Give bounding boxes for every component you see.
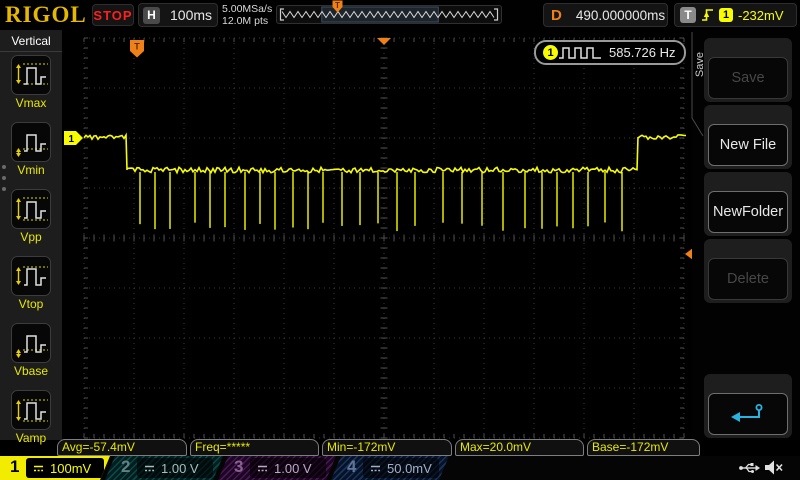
dc-coupling-icon <box>258 465 267 471</box>
channel-number: 1 <box>10 457 20 476</box>
speaker-muted-icon <box>765 460 783 475</box>
measurement-freq: Freq=***** <box>190 439 319 456</box>
save-button[interactable]: Save <box>708 57 788 99</box>
vtop-icon <box>11 256 51 296</box>
delete-button-group: Delete <box>704 239 792 303</box>
channel-4-scale-box: 50.0mV <box>363 458 439 478</box>
delay-value: 490.000000ms <box>575 7 666 23</box>
channel-number: 3 <box>234 457 244 476</box>
delay-label: D <box>551 6 562 24</box>
waveform-position-bar[interactable] <box>276 5 502 24</box>
run-state-label: STOP <box>93 7 133 23</box>
memory-depth: 12.0M pts <box>222 15 269 27</box>
menu-item-vpp[interactable]: Vpp <box>0 189 62 253</box>
timebase-value: 100ms <box>170 7 213 23</box>
waveform-position-graphic <box>279 6 499 23</box>
vmax-icon <box>11 55 51 95</box>
channel-3-tab[interactable]: 3 1.00 V <box>218 456 336 480</box>
scope-canvas: 1T <box>62 30 692 442</box>
left-menu-title: Vertical <box>0 30 62 52</box>
channel-scale: 100mV <box>50 460 92 476</box>
measurement-base: Base=-172mV <box>587 439 700 456</box>
delete-button[interactable]: Delete <box>708 258 788 300</box>
menu-label: Vbase <box>13 364 49 378</box>
menu-label: Vamp <box>15 431 47 445</box>
square-wave-icon <box>559 46 601 59</box>
menu-tab-outline <box>691 32 704 137</box>
return-arrow-icon <box>731 404 763 422</box>
menu-item-vbase[interactable]: Vbase <box>0 323 62 387</box>
sample-rate: 5.00MSa/s <box>222 3 273 15</box>
rising-edge-icon <box>702 9 713 21</box>
newfolder-button-group: NewFolder <box>704 172 792 236</box>
acquisition-info: 5.00MSa/s 12.0M pts <box>222 3 272 27</box>
svg-text:T: T <box>134 42 140 52</box>
delay-readout-box: D 490.000000ms <box>543 3 668 27</box>
frequency-counter: 1 585.726 Hz <box>534 40 686 65</box>
channel-scale: 50.0mV <box>387 460 432 476</box>
new-file-button[interactable]: New File <box>708 124 788 166</box>
menu-label: Vmin <box>17 163 45 177</box>
return-button-group <box>704 374 792 438</box>
trigger-source-badge: 1 <box>719 8 733 22</box>
channel-2-tab[interactable]: 2 1.00 V <box>105 456 223 480</box>
trigger-position-marker-top[interactable]: T <box>332 0 343 13</box>
freq-channel-badge: 1 <box>543 45 558 60</box>
menu-item-vmax[interactable]: Vmax <box>0 55 62 119</box>
dc-coupling-icon <box>34 465 43 471</box>
delay-center-marker <box>377 38 391 45</box>
vamp-icon <box>11 390 51 430</box>
measurement-avg: Avg=-57.4mV <box>57 439 187 456</box>
left-menu-vertical: Vertical Vmax Vmin Vpp Vtop Vbase Vamp <box>0 30 62 445</box>
svg-text:T: T <box>335 1 340 10</box>
svg-text:1: 1 <box>69 134 75 145</box>
run-state-indicator: STOP <box>92 4 134 26</box>
save-button-group: Save <box>704 38 792 102</box>
usb-icon <box>739 463 760 473</box>
channel-status-bar: 1 100mV 2 1.00 V 3 1.00 V 4 50.0mV <box>0 456 800 480</box>
channel-1-level-marker[interactable]: 1 <box>64 131 83 145</box>
vmin-icon <box>11 122 51 162</box>
channel-4-tab[interactable]: 4 50.0mV <box>331 456 449 480</box>
menu-item-vtop[interactable]: Vtop <box>0 256 62 320</box>
trigger-level-value: -232mV <box>738 7 784 23</box>
menu-label: Vmax <box>15 96 47 110</box>
menu-label: Vtop <box>18 297 44 311</box>
right-menu-panel: Save New File NewFolder Delete <box>692 30 800 440</box>
menu-item-vmin[interactable]: Vmin <box>0 122 62 186</box>
channel-3-scale-box: 1.00 V <box>250 458 326 478</box>
new-folder-button[interactable]: NewFolder <box>708 191 788 233</box>
horizontal-timebase-box: H 100ms <box>138 3 218 27</box>
vbase-icon <box>11 323 51 363</box>
channel-1-tab[interactable]: 1 100mV <box>0 456 110 480</box>
vpp-icon <box>11 189 51 229</box>
menu-item-vamp[interactable]: Vamp <box>0 390 62 454</box>
channel-2-scale-box: 1.00 V <box>137 458 213 478</box>
trigger-label: T <box>680 7 696 23</box>
dc-coupling-icon <box>145 465 154 471</box>
rigol-logo: RIGOL <box>5 2 87 27</box>
measurement-min: Min=-172mV <box>322 439 452 456</box>
dc-coupling-icon <box>371 465 380 471</box>
menu-label: Vpp <box>20 230 42 244</box>
channel-scale: 1.00 V <box>274 460 312 476</box>
trigger-position-flag[interactable]: T <box>130 40 144 58</box>
oscilloscope-screen: RIGOL STOP H 100ms 5.00MSa/s 12.0M pts T… <box>0 0 800 480</box>
channel-scale: 1.00 V <box>161 460 199 476</box>
freq-value: 585.726 Hz <box>609 45 676 60</box>
return-button[interactable] <box>708 393 788 435</box>
top-status-bar: RIGOL STOP H 100ms 5.00MSa/s 12.0M pts T… <box>0 0 800 30</box>
channel-number: 4 <box>347 457 357 476</box>
menu-page-dots <box>2 165 6 191</box>
channel-number: 2 <box>121 457 131 476</box>
channel-1-scale-box: 100mV <box>26 458 104 478</box>
trigger-readout-box: T 1 -232mV <box>674 3 797 27</box>
h-label: H <box>143 6 160 24</box>
measurement-max: Max=20.0mV <box>455 439 584 456</box>
newfile-button-group: New File <box>704 105 792 169</box>
